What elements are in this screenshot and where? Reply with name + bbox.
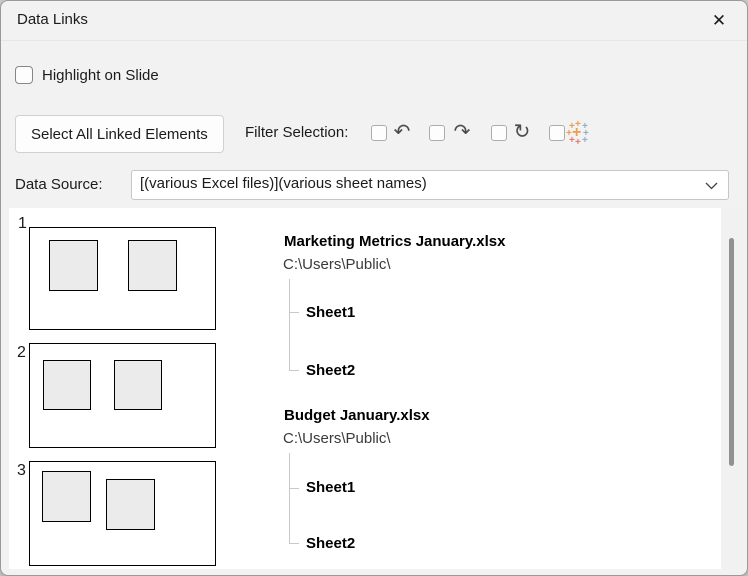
tree-line — [289, 279, 290, 370]
data-change-icon: + + + + + + + + + — [567, 122, 589, 144]
data-source-dropdown[interactable]: [(various Excel files)](various sheet na… — [131, 170, 729, 200]
data-links-dialog: Data Links ✕ Highlight on Slide Select A… — [0, 0, 748, 576]
workbook-path: C:\Users\Public\ — [283, 430, 391, 447]
slide-number: 2 — [17, 344, 26, 362]
tree-branch — [289, 312, 299, 313]
filter-redo-checkbox[interactable] — [429, 125, 445, 141]
slide-number: 1 — [18, 215, 27, 233]
workbook-name[interactable]: Budget January.xlsx — [284, 407, 430, 424]
scrollbar-thumb[interactable] — [729, 238, 734, 466]
close-icon[interactable]: ✕ — [697, 1, 741, 41]
dialog-window: Data Links ✕ Highlight on Slide Select A… — [0, 0, 748, 576]
tree-line — [289, 453, 290, 543]
scrollbar-track[interactable] — [721, 208, 743, 569]
data-source-value: [(various Excel files)](various sheet na… — [140, 175, 427, 192]
filter-selection-label: Filter Selection: — [245, 124, 348, 141]
slide-number: 3 — [17, 462, 26, 480]
sheet-item[interactable]: Sheet1 — [306, 304, 355, 321]
redo-icon: ↷ — [451, 119, 473, 145]
highlight-on-slide-label: Highlight on Slide — [42, 67, 159, 84]
linked-shape[interactable] — [49, 240, 98, 291]
tree-branch — [289, 543, 299, 544]
title-bar: Data Links ✕ — [1, 1, 747, 41]
linked-shape[interactable] — [128, 240, 177, 291]
workbook-name[interactable]: Marketing Metrics January.xlsx — [284, 233, 505, 250]
linked-shape[interactable] — [43, 360, 91, 410]
linked-shape[interactable] — [42, 471, 91, 522]
filter-undo-checkbox[interactable] — [371, 125, 387, 141]
sheet-item[interactable]: Sheet1 — [306, 479, 355, 496]
sheet-item[interactable]: Sheet2 — [306, 362, 355, 379]
workbook-path: C:\Users\Public\ — [283, 256, 391, 273]
linked-shape[interactable] — [114, 360, 162, 410]
refresh-icon: ↻ — [511, 119, 533, 145]
chevron-down-icon — [705, 182, 718, 190]
filter-data-change-checkbox[interactable] — [549, 125, 565, 141]
highlight-on-slide-checkbox[interactable] — [15, 66, 33, 84]
tree-branch — [289, 370, 299, 371]
slide-thumbnail[interactable] — [29, 461, 216, 566]
data-links-list: 1 2 3 Marketing Metrics January.xlsx C:\… — [9, 208, 743, 569]
undo-icon: ↶ — [391, 119, 413, 145]
slide-thumbnail[interactable] — [29, 343, 216, 448]
linked-shape[interactable] — [106, 479, 155, 530]
sheet-item[interactable]: Sheet2 — [306, 535, 355, 552]
tree-branch — [289, 488, 299, 489]
slide-thumbnail[interactable] — [29, 227, 216, 330]
filter-refresh-checkbox[interactable] — [491, 125, 507, 141]
highlight-on-slide-row: Highlight on Slide — [15, 66, 159, 84]
data-source-label: Data Source: — [15, 176, 103, 193]
select-all-linked-elements-button[interactable]: Select All Linked Elements — [15, 115, 224, 153]
dialog-title: Data Links — [17, 11, 88, 28]
